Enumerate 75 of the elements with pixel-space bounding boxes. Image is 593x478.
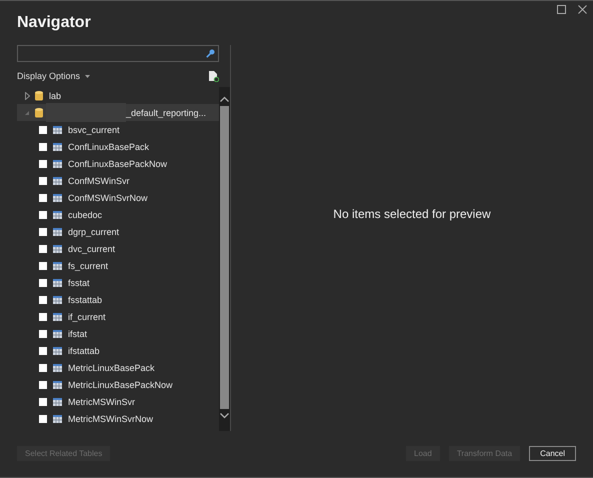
table-icon	[53, 228, 62, 236]
checkbox[interactable]	[39, 262, 47, 270]
checkbox[interactable]	[39, 126, 47, 134]
checkbox[interactable]	[39, 244, 47, 252]
table-name[interactable]: fsstat	[68, 278, 90, 288]
table-icon	[53, 126, 62, 134]
checkbox[interactable]	[39, 398, 47, 406]
table-name[interactable]: ConfMSWinSvr	[68, 176, 130, 186]
table-name[interactable]: MetricMSWinSvr	[68, 396, 135, 406]
table-name[interactable]: bsvc_current	[68, 124, 120, 134]
checkbox[interactable]	[39, 160, 47, 168]
table-name[interactable]: ConfLinuxBasePackNow	[68, 158, 168, 168]
table-icon	[53, 296, 62, 304]
table-name[interactable]: cubedoc	[68, 210, 102, 220]
table-icon	[53, 414, 62, 422]
checkbox[interactable]	[39, 278, 47, 286]
table-icon	[53, 210, 62, 218]
tree-item[interactable]: lab	[17, 87, 219, 104]
table-name[interactable]: if_current	[68, 312, 106, 322]
display-options-dropdown[interactable]: Display Options	[17, 71, 90, 81]
checkbox[interactable]	[39, 194, 47, 202]
table-icon	[53, 160, 62, 168]
database-name: _default_reporting...	[126, 108, 206, 118]
table-icon	[53, 312, 62, 320]
dialog-button[interactable]: Cancel	[529, 446, 576, 460]
table-icon	[53, 364, 62, 372]
database-icon	[35, 90, 43, 100]
scroll-down-icon[interactable]	[220, 413, 229, 419]
checkbox[interactable]	[39, 312, 47, 320]
table-icon	[53, 398, 62, 406]
table-icon	[53, 346, 62, 354]
checkbox[interactable]	[39, 330, 47, 338]
table-icon	[53, 278, 62, 286]
database-icon	[35, 108, 43, 118]
checkbox[interactable]	[39, 346, 47, 354]
table-name[interactable]: MetricMSWinSvrNow	[68, 414, 154, 424]
table-name[interactable]: fsstattab	[68, 294, 102, 304]
caret-icon	[85, 74, 90, 78]
table-icon	[53, 244, 62, 252]
window-title: Navigator	[17, 14, 91, 32]
search-field[interactable]	[17, 45, 219, 62]
maximize-icon[interactable]	[557, 5, 566, 14]
scrollbar[interactable]	[219, 87, 230, 431]
table-icon	[53, 142, 62, 150]
search-icon	[206, 49, 215, 58]
table-icon	[53, 194, 62, 202]
table-name[interactable]: ConfMSWinSvrNow	[68, 192, 148, 202]
table-name[interactable]: dgrp_current	[68, 226, 120, 236]
expand-icon[interactable]	[24, 92, 30, 100]
table-name[interactable]: ConfLinuxBasePack	[68, 142, 150, 152]
empty-preview-message: No items selected for preview	[333, 207, 491, 221]
checkbox[interactable]	[39, 414, 47, 422]
table-icon	[53, 380, 62, 388]
tree-item[interactable]: _default_reporting...	[17, 104, 219, 121]
table-icon	[53, 330, 62, 338]
checkbox[interactable]	[39, 364, 47, 372]
scroll-up-icon[interactable]	[220, 96, 229, 102]
table-name[interactable]: ifstat	[68, 328, 88, 338]
table-name[interactable]: dvc_current	[68, 244, 116, 254]
table-name[interactable]: fs_current	[68, 260, 108, 270]
table-icon	[53, 262, 62, 270]
table-name[interactable]: MetricLinuxBasePack	[68, 362, 155, 372]
checkbox[interactable]	[39, 296, 47, 304]
checkbox[interactable]	[39, 176, 47, 184]
table-icon	[53, 176, 62, 184]
checkbox[interactable]	[39, 210, 47, 218]
close-icon[interactable]	[578, 5, 587, 14]
checkbox[interactable]	[39, 142, 47, 150]
scroll-thumb[interactable]	[220, 106, 229, 409]
refresh-document-icon[interactable]	[209, 70, 219, 82]
checkbox[interactable]	[39, 228, 47, 236]
checkbox[interactable]	[39, 380, 47, 388]
table-name[interactable]: MetricLinuxBasePackNow	[68, 380, 173, 390]
database-name: lab	[49, 90, 62, 100]
table-name[interactable]: ifstattab	[68, 346, 100, 356]
